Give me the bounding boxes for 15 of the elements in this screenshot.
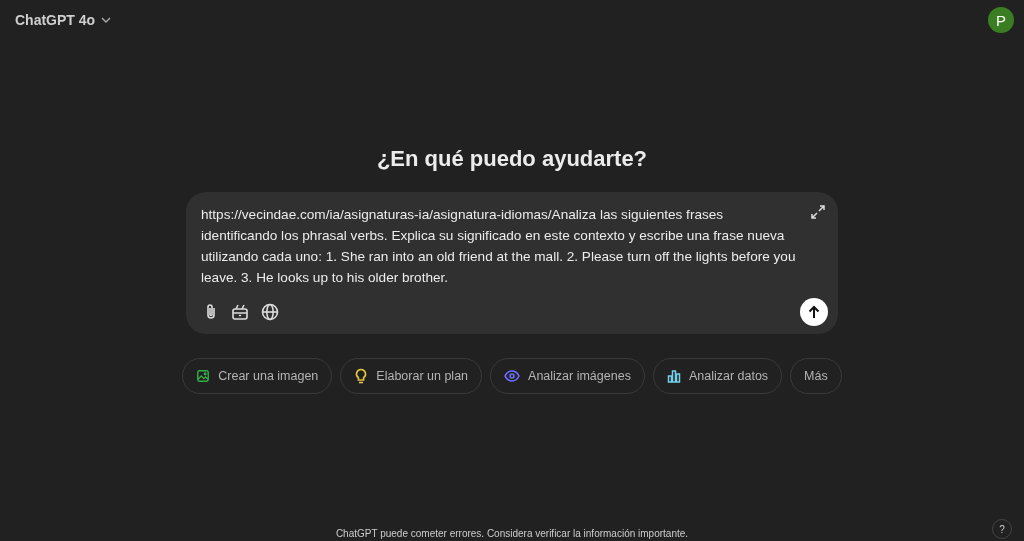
suggestion-chip[interactable]: Más — [790, 358, 842, 394]
arrow-up-icon — [807, 305, 821, 319]
model-selector[interactable]: ChatGPT 4o — [15, 12, 112, 28]
disclaimer: ChatGPT puede cometer errores. Considera verificar la información importante. — [335, 528, 689, 539]
user-avatar[interactable]: P — [988, 7, 1014, 33]
heading: ¿En qué puedo ayudarte? — [376, 146, 648, 172]
suggestion-chip[interactable]: Analizar datos — [652, 358, 783, 394]
suggestion-chip[interactable]: Crear una imagen — [182, 358, 333, 394]
send-button[interactable] — [800, 298, 828, 326]
prompt-field[interactable]: https://vecindae.com/ia/asignaturas-ia/asignatura-idiomas/Analiza las siguientes frases identificando los phrasal verbs. Explica su significado en este contexto y escribe una frase nueva utilizando cada uno: 1. She ran into an old friend at the mall. 2. Please turn off the lights before you leave. 3. He looks up to his older brother. — [186, 192, 838, 334]
globe-icon[interactable] — [259, 301, 281, 323]
suggestion-chip[interactable]: Elaborar un plan — [340, 358, 483, 394]
chevron-down-icon — [101, 17, 112, 23]
suggestion-chip[interactable]: Analizar imágenes — [490, 358, 645, 394]
help-button[interactable]: ? — [992, 519, 1012, 539]
